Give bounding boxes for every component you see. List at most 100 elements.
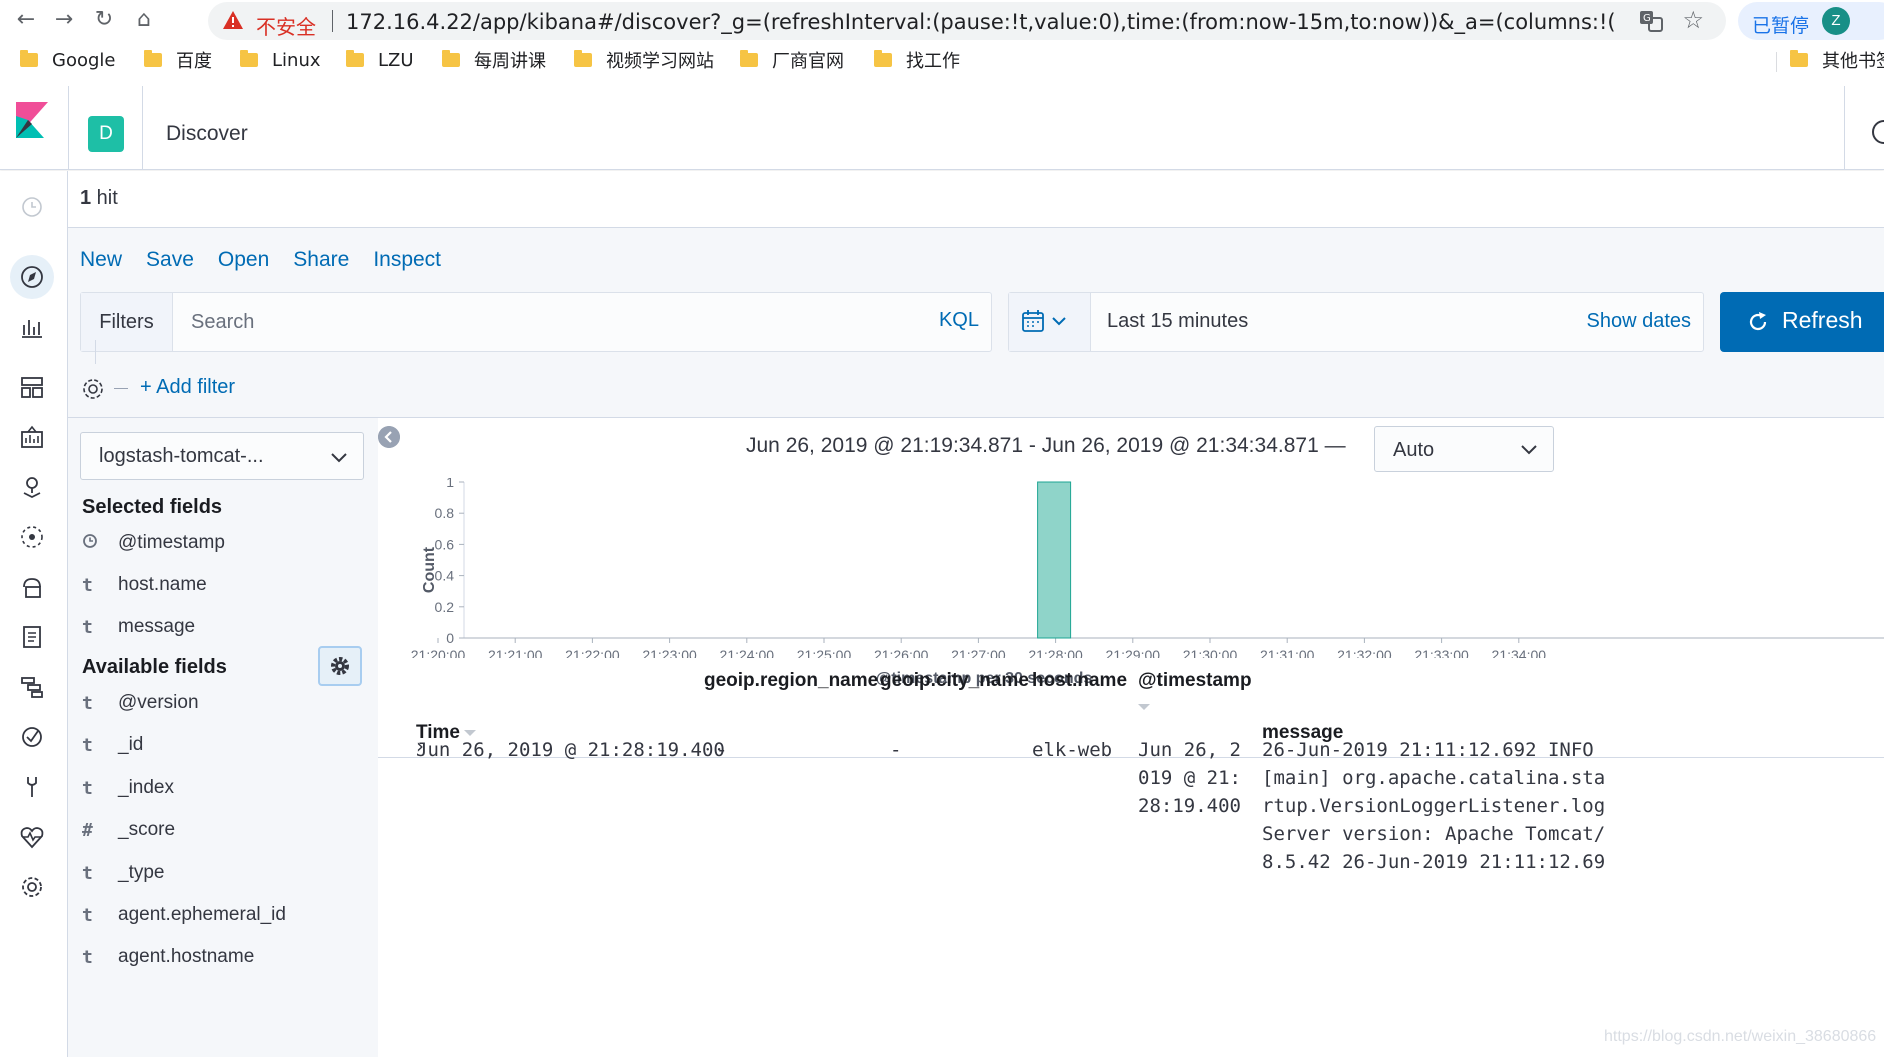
y-tick-label: 0.8 — [435, 505, 455, 521]
logs-icon[interactable] — [18, 623, 46, 651]
discover-compass-icon[interactable] — [10, 255, 54, 299]
home-icon[interactable]: ⌂ — [130, 6, 158, 34]
maps-icon[interactable] — [18, 473, 46, 501]
browser-toolbar: ← → ↻ ⌂ 不安全 172.16.4.22/app/kibana#/disc… — [0, 0, 1884, 40]
sort-icon[interactable] — [1138, 703, 1150, 710]
forward-icon[interactable]: → — [50, 6, 78, 34]
string-type-icon: t — [82, 862, 93, 884]
x-tick-label: 21:26:00 — [874, 647, 929, 658]
number-type-icon: # — [82, 819, 93, 841]
address-bar[interactable]: 不安全 172.16.4.22/app/kibana#/discover?_g=… — [208, 2, 1726, 40]
hit-count: 1 hit — [80, 187, 118, 209]
bookmark-item[interactable]: Google — [20, 48, 115, 72]
monitoring-icon[interactable] — [18, 823, 46, 851]
bookmark-item[interactable]: LZU — [346, 48, 414, 72]
x-tick-label: 21:34:00 — [1492, 647, 1547, 658]
folder-icon — [574, 50, 592, 67]
string-type-icon: t — [82, 777, 93, 799]
canvas-icon[interactable] — [18, 423, 46, 451]
quick-menu-button[interactable] — [1009, 293, 1091, 351]
cell-host: elk-web — [1032, 739, 1113, 761]
field-item[interactable]: t host.name — [82, 570, 207, 600]
bookmark-item[interactable]: Linux — [240, 48, 321, 72]
divider — [114, 388, 128, 389]
field-item[interactable]: @timestamp — [82, 528, 225, 558]
visualize-icon[interactable] — [18, 313, 46, 341]
apm-icon[interactable] — [18, 673, 46, 701]
back-icon[interactable]: ← — [12, 6, 40, 34]
y-tick-label: 1 — [446, 478, 454, 490]
profile-paused-chip[interactable]: 已暂停 Z — [1738, 2, 1884, 40]
column-header-region[interactable]: geoip.region_name — [704, 670, 878, 692]
space-avatar[interactable]: D — [88, 116, 124, 152]
x-tick-label: 21:29:00 — [1106, 647, 1161, 658]
collapse-sidebar-icon[interactable] — [378, 426, 400, 448]
bookmark-item[interactable]: 视频学习网站 — [574, 48, 714, 72]
field-item[interactable]: t _type — [82, 858, 164, 888]
save-button[interactable]: Save — [146, 248, 194, 272]
histogram-bar[interactable] — [1037, 481, 1072, 639]
uptime-icon[interactable] — [18, 723, 46, 751]
share-button[interactable]: Share — [293, 248, 349, 272]
dev-tools-icon[interactable] — [18, 773, 46, 801]
interval-select[interactable]: Auto — [1374, 426, 1554, 472]
avatar: Z — [1822, 7, 1850, 35]
y-tick-label: 0.2 — [435, 599, 455, 615]
field-item[interactable]: t agent.hostname — [82, 942, 254, 972]
inspect-button[interactable]: Inspect — [373, 248, 441, 272]
x-tick-label: 21:22:00 — [565, 647, 620, 658]
x-tick-label: 21:25:00 — [797, 647, 852, 658]
column-header-host[interactable]: host.name — [1032, 670, 1127, 692]
field-item[interactable]: t message — [82, 612, 195, 642]
x-tick-label: 21:31:00 — [1260, 647, 1315, 658]
top-menu: New Save Open Share Inspect — [80, 248, 441, 272]
query-bar: Filters KQL — [80, 292, 992, 352]
kql-toggle[interactable]: KQL — [939, 309, 979, 332]
bookmark-item[interactable]: 厂商官网 — [740, 48, 844, 72]
cell-time: Jun 26, 2019 @ 21:28:19.400 — [416, 739, 725, 761]
translate-icon[interactable]: G — [1638, 8, 1664, 34]
kibana-logo-icon[interactable] — [16, 102, 48, 138]
add-filter-button[interactable]: + Add filter — [140, 376, 235, 399]
bookmark-item[interactable]: 百度 — [144, 48, 212, 72]
field-item[interactable]: # _score — [82, 815, 175, 845]
warning-icon — [223, 11, 243, 29]
clock-icon — [82, 533, 106, 554]
filter-options-gear-icon[interactable] — [80, 376, 106, 402]
folder-icon — [346, 50, 364, 67]
column-header-city[interactable]: geoip.city_name — [880, 670, 1029, 692]
column-header-timestamp[interactable]: @timestamp — [1138, 670, 1252, 714]
insecure-label: 不安全 — [256, 15, 316, 39]
other-bookmarks[interactable]: 其他书签 — [1790, 48, 1884, 72]
index-pattern-select[interactable]: logstash-tomcat-... — [80, 432, 364, 480]
show-dates-button[interactable]: Show dates — [1586, 310, 1691, 333]
ml-icon[interactable] — [18, 523, 46, 551]
help-icon[interactable] — [1872, 120, 1884, 144]
refresh-button[interactable]: Refresh — [1720, 292, 1884, 352]
field-item[interactable]: t agent.ephemeral_id — [82, 900, 286, 930]
side-nav — [0, 171, 68, 1057]
x-tick-label: 21:27:00 — [951, 647, 1006, 658]
url-text[interactable]: 172.16.4.22/app/kibana#/discover?_g=(ref… — [346, 10, 1616, 34]
bookmark-item[interactable]: 每周讲课 — [442, 48, 546, 72]
date-range-label[interactable]: Last 15 minutes — [1107, 310, 1248, 333]
bookmark-star-icon[interactable]: ☆ — [1682, 6, 1704, 34]
infrastructure-icon[interactable] — [18, 573, 46, 601]
watermark: https://blog.csdn.net/weixin_38680866 — [1604, 1028, 1877, 1045]
new-button[interactable]: New — [80, 248, 122, 272]
field-item[interactable]: t @version — [82, 688, 199, 718]
y-tick-label: 0.6 — [435, 536, 455, 552]
field-item[interactable]: t _id — [82, 730, 143, 760]
bar-series — [1037, 481, 1072, 639]
field-item[interactable]: t _index — [82, 773, 174, 803]
open-button[interactable]: Open — [218, 248, 269, 272]
reload-icon[interactable]: ↻ — [90, 6, 118, 34]
svg-text:G: G — [1643, 13, 1651, 24]
recent-clock-icon[interactable] — [18, 193, 46, 221]
bookmark-item[interactable]: 找工作 — [874, 48, 960, 72]
dashboard-icon[interactable] — [18, 373, 46, 401]
field-settings-button[interactable] — [318, 646, 362, 686]
search-input[interactable] — [173, 293, 913, 351]
management-gear-icon[interactable] — [18, 873, 46, 901]
available-fields-title: Available fields — [82, 656, 227, 678]
